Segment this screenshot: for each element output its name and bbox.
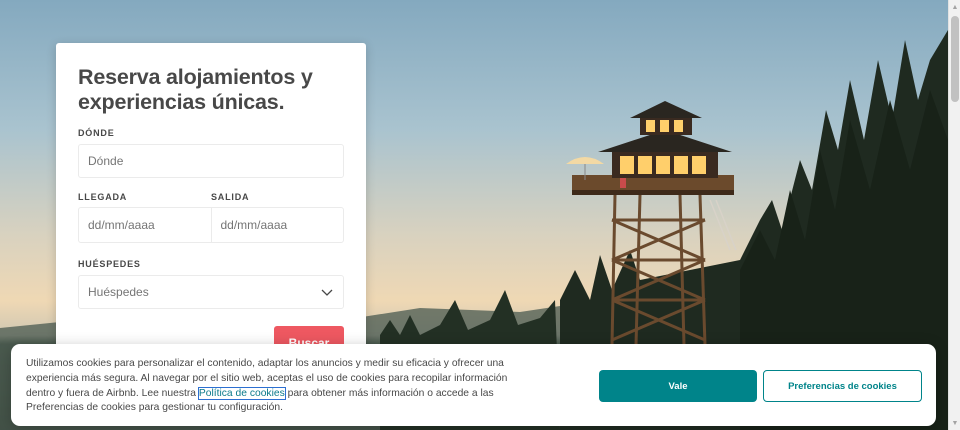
checkout-input[interactable]: dd/mm/aaaa: [210, 208, 344, 242]
scroll-up-arrow-icon[interactable]: ▲: [949, 0, 960, 14]
chevron-down-icon: [321, 289, 333, 296]
cookie-preferences-button[interactable]: Preferencias de cookies: [763, 370, 922, 402]
checkout-label: SALIDA: [211, 192, 250, 202]
checkin-placeholder: dd/mm/aaaa: [88, 218, 155, 232]
guests-value: Huéspedes: [88, 285, 149, 299]
cookie-message: Utilizamos cookies para personalizar el …: [26, 357, 531, 416]
guests-select[interactable]: Huéspedes: [78, 275, 344, 309]
cookie-banner: Utilizamos cookies para personalizar el …: [11, 344, 936, 426]
search-card: Reserva alojamientos y experiencias únic…: [56, 43, 366, 363]
scroll-thumb[interactable]: [951, 16, 959, 102]
cookie-policy-link[interactable]: Política de cookies: [197, 386, 286, 400]
date-range-picker: dd/mm/aaaa dd/mm/aaaa: [78, 207, 344, 243]
checkout-placeholder: dd/mm/aaaa: [220, 218, 288, 232]
where-label: DÓNDE: [78, 128, 115, 138]
checkin-input[interactable]: dd/mm/aaaa: [79, 208, 211, 242]
where-input[interactable]: Dónde: [78, 144, 344, 178]
page-title: Reserva alojamientos y experiencias únic…: [78, 65, 313, 114]
page-scrollbar[interactable]: ▲ ▼: [948, 0, 960, 430]
checkin-label: LLEGADA: [78, 192, 128, 202]
where-placeholder: Dónde: [88, 154, 124, 168]
guests-label: HUÉSPEDES: [78, 259, 141, 269]
accept-cookies-button[interactable]: Vale: [599, 370, 757, 402]
scroll-down-arrow-icon[interactable]: ▼: [949, 416, 960, 430]
